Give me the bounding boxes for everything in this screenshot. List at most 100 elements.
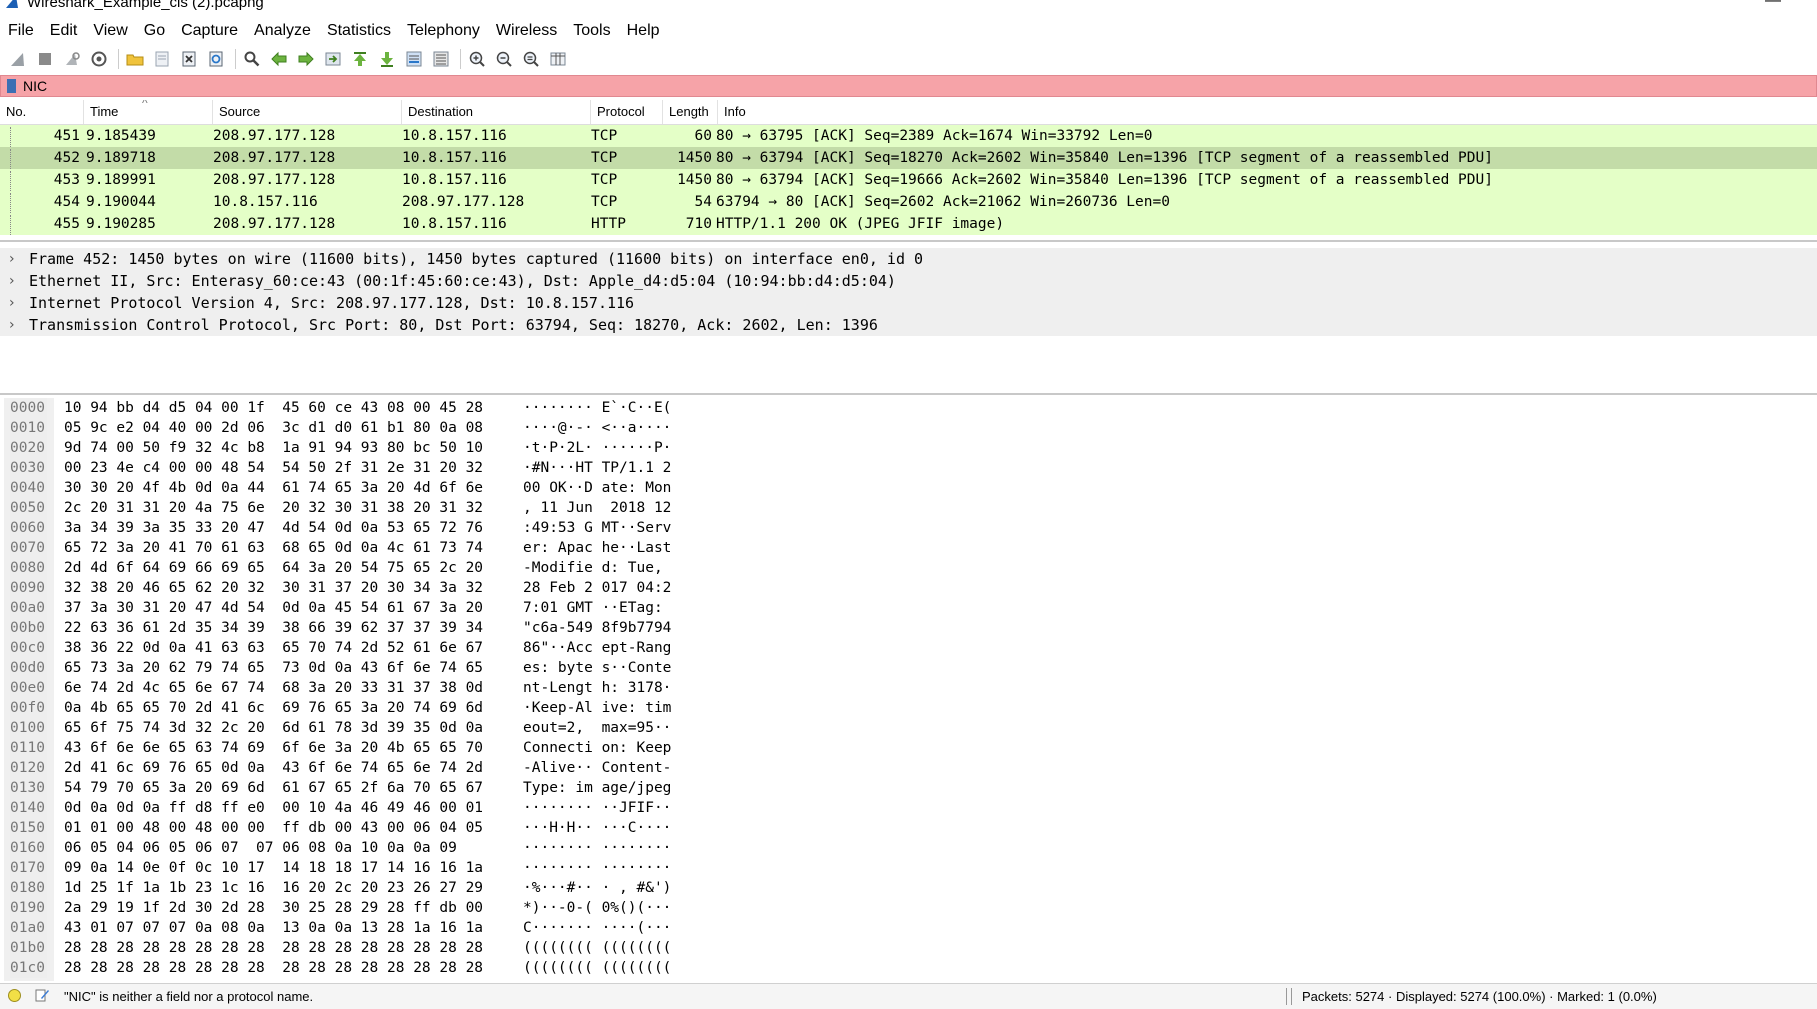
hex-bytes[interactable]: 65 73 3a 20 62 79 74 65 73 0d 0a 43 6f 6… [64,658,483,678]
detail-tree-item-tcp[interactable]: › Transmission Control Protocol, Src Por… [0,314,1817,336]
hex-bytes[interactable]: 28 28 28 28 28 28 28 28 28 28 28 28 28 2… [64,958,483,978]
expand-arrow-icon[interactable]: › [9,248,15,270]
hex-bytes[interactable]: 3a 34 39 3a 35 33 20 47 4d 54 0d 0a 53 6… [64,518,483,538]
hex-bytes[interactable]: 30 30 20 4f 4b 0d 0a 44 61 74 65 3a 20 4… [64,478,483,498]
hex-bytes[interactable]: 01 01 00 48 00 48 00 00 ff db 00 43 00 0… [64,818,483,838]
ascii-bytes[interactable]: ········ ········ [523,838,671,858]
ascii-bytes[interactable]: 28 Feb 2 017 04:2 [523,578,671,598]
menu-capture[interactable]: Capture [173,18,246,44]
go-forward-icon[interactable] [294,48,318,70]
go-to-packet-icon[interactable] [321,48,345,70]
expert-info-indicator-icon[interactable] [8,989,21,1002]
column-header-source[interactable]: Source [213,100,402,124]
ascii-bytes[interactable]: :49:53 G MT··Serv [523,518,671,538]
ascii-bytes[interactable]: er: Apac he··Last [523,538,671,558]
hex-bytes[interactable]: 0d 0a 0d 0a ff d8 ff e0 00 10 4a 46 49 4… [64,798,483,818]
capture-options-icon[interactable] [87,48,111,70]
ascii-bytes[interactable]: 86"··Acc ept-Rang [523,638,671,658]
hex-row[interactable]: 00d0 65 73 3a 20 62 79 74 65 73 0d 0a 43 … [0,658,1817,678]
ascii-bytes[interactable]: *)··-0-( 0%()(··· [523,898,671,918]
hex-row[interactable]: 00a0 37 3a 30 31 20 47 4d 54 0d 0a 45 54 … [0,598,1817,618]
column-header-no[interactable]: No. [0,100,84,124]
stop-capture-icon[interactable] [33,48,57,70]
ascii-bytes[interactable]: ·t·P·2L· ······P· [523,438,671,458]
minimize-button[interactable]: — [1765,0,1781,10]
menu-wireless[interactable]: Wireless [488,18,565,44]
go-last-icon[interactable] [375,48,399,70]
column-header-protocol[interactable]: Protocol [591,100,663,124]
hex-row[interactable]: 0050 2c 20 31 31 20 4a 75 6e 20 32 30 31 … [0,498,1817,518]
hex-bytes[interactable]: 10 94 bb d4 d5 04 00 1f 45 60 ce 43 08 0… [64,398,483,418]
autoscroll-icon[interactable] [402,48,426,70]
hex-bytes[interactable]: 9d 74 00 50 f9 32 4c b8 1a 91 94 93 80 b… [64,438,483,458]
zoom-in-icon[interactable] [465,48,489,70]
hex-bytes[interactable]: 32 38 20 46 65 62 20 32 30 31 37 20 30 3… [64,578,483,598]
detail-tree-item-ethernet[interactable]: › Ethernet II, Src: Enterasy_60:ce:43 (0… [0,270,1817,292]
detail-tree-item-ipv4[interactable]: › Internet Protocol Version 4, Src: 208.… [0,292,1817,314]
bookmark-icon[interactable] [7,79,16,93]
packet-row-selected[interactable]: 452 9.189718 208.97.177.128 10.8.157.116… [0,147,1817,169]
open-file-icon[interactable] [123,48,147,70]
hex-bytes[interactable]: 38 36 22 0d 0a 41 63 63 65 70 74 2d 52 6… [64,638,483,658]
ascii-bytes[interactable]: Connecti on: Keep [523,738,671,758]
hex-row[interactable]: 0110 43 6f 6e 6e 65 63 74 69 6f 6e 3a 20 … [0,738,1817,758]
ascii-bytes[interactable]: (((((((( (((((((( [523,938,671,958]
ascii-bytes[interactable]: ·#N···HT TP/1.1 2 [523,458,671,478]
ascii-bytes[interactable]: -Alive·· Content- [523,758,671,778]
menu-help[interactable]: Help [619,18,668,44]
hex-row[interactable]: 0180 1d 25 1f 1a 1b 23 1c 16 16 20 2c 20 … [0,878,1817,898]
ascii-bytes[interactable]: ···H·H·· ···C···· [523,818,671,838]
go-first-icon[interactable] [348,48,372,70]
hex-row[interactable]: 0030 00 23 4e c4 00 00 48 54 54 50 2f 31 … [0,458,1817,478]
ascii-bytes[interactable]: ········ ··JFIF·· [523,798,671,818]
hex-row[interactable]: 0010 05 9c e2 04 40 00 2d 06 3c d1 d0 61 … [0,418,1817,438]
hex-row[interactable]: 01a0 43 01 07 07 07 0a 08 0a 13 0a 0a 13 … [0,918,1817,938]
hex-row[interactable]: 0170 09 0a 14 0e 0f 0c 10 17 14 18 18 17 … [0,858,1817,878]
menu-telephony[interactable]: Telephony [399,18,488,44]
hex-row[interactable]: 0020 9d 74 00 50 f9 32 4c b8 1a 91 94 93 … [0,438,1817,458]
hex-row[interactable]: 01b0 28 28 28 28 28 28 28 28 28 28 28 28 … [0,938,1817,958]
zoom-out-icon[interactable] [492,48,516,70]
ascii-bytes[interactable]: ········ E`·C··E( [523,398,671,418]
hex-bytes[interactable]: 22 63 36 61 2d 35 34 39 38 66 39 62 37 3… [64,618,483,638]
ascii-bytes[interactable]: ·Keep-Al ive: tim [523,698,671,718]
reload-file-icon[interactable] [204,48,228,70]
expand-arrow-icon[interactable]: › [9,292,15,314]
hex-row[interactable]: 0080 2d 4d 6f 64 69 66 69 65 64 3a 20 54 … [0,558,1817,578]
ascii-bytes[interactable]: es: byte s··Conte [523,658,671,678]
ascii-bytes[interactable]: nt-Lengt h: 3178· [523,678,671,698]
hex-row[interactable]: 0000 10 94 bb d4 d5 04 00 1f 45 60 ce 43 … [0,398,1817,418]
hex-bytes[interactable]: 06 05 04 06 05 06 07 07 06 08 0a 10 0a 0… [64,838,457,858]
hex-bytes[interactable]: 2a 29 19 1f 2d 30 2d 28 30 25 28 29 28 f… [64,898,483,918]
ascii-bytes[interactable]: "c6a-549 8f9b7794 [523,618,671,638]
hex-row[interactable]: 00b0 22 63 36 61 2d 35 34 39 38 66 39 62 … [0,618,1817,638]
hex-row[interactable]: 0130 54 79 70 65 3a 20 69 6d 61 67 65 2f … [0,778,1817,798]
hex-row[interactable]: 0100 65 6f 75 74 3d 32 2c 20 6d 61 78 3d … [0,718,1817,738]
hex-bytes[interactable]: 2d 4d 6f 64 69 66 69 65 64 3a 20 54 75 6… [64,558,483,578]
hex-row[interactable]: 00e0 6e 74 2d 4c 65 6e 67 74 68 3a 20 33 … [0,678,1817,698]
hex-row[interactable]: 00f0 0a 4b 65 65 70 2d 41 6c 69 76 65 3a … [0,698,1817,718]
hex-row[interactable]: 0150 01 01 00 48 00 48 00 00 ff db 00 43 … [0,818,1817,838]
packet-row[interactable]: 453 9.189991 208.97.177.128 10.8.157.116… [0,169,1817,191]
hex-bytes[interactable]: 0a 4b 65 65 70 2d 41 6c 69 76 65 3a 20 7… [64,698,483,718]
display-filter-input[interactable] [23,77,1793,95]
hex-bytes[interactable]: 54 79 70 65 3a 20 69 6d 61 67 65 2f 6a 7… [64,778,483,798]
ascii-bytes[interactable]: 00 OK··D ate: Mon [523,478,671,498]
hex-bytes[interactable]: 09 0a 14 0e 0f 0c 10 17 14 18 18 17 14 1… [64,858,483,878]
hex-bytes[interactable]: 37 3a 30 31 20 47 4d 54 0d 0a 45 54 61 6… [64,598,483,618]
hex-bytes[interactable]: 43 6f 6e 6e 65 63 74 69 6f 6e 3a 20 4b 6… [64,738,483,758]
hex-bytes[interactable]: 05 9c e2 04 40 00 2d 06 3c d1 d0 61 b1 8… [64,418,483,438]
menu-edit[interactable]: Edit [42,18,86,44]
close-file-icon[interactable] [177,48,201,70]
ascii-bytes[interactable]: 7:01 GMT ··ETag: [523,598,671,618]
hex-bytes[interactable]: 6e 74 2d 4c 65 6e 67 74 68 3a 20 33 31 3… [64,678,483,698]
menu-file[interactable]: File [0,18,42,44]
column-header-time[interactable]: Time [84,100,213,124]
restart-capture-icon[interactable] [60,48,84,70]
ascii-bytes[interactable]: Type: im age/jpeg [523,778,671,798]
hex-bytes[interactable]: 65 72 3a 20 41 70 61 63 68 65 0d 0a 4c 6… [64,538,483,558]
hex-bytes[interactable]: 65 6f 75 74 3d 32 2c 20 6d 61 78 3d 39 3… [64,718,483,738]
ascii-bytes[interactable]: (((((((( (((((((( [523,958,671,978]
packet-row[interactable]: 455 9.190285 208.97.177.128 10.8.157.116… [0,213,1817,235]
hex-row[interactable]: 01c0 28 28 28 28 28 28 28 28 28 28 28 28 … [0,958,1817,978]
